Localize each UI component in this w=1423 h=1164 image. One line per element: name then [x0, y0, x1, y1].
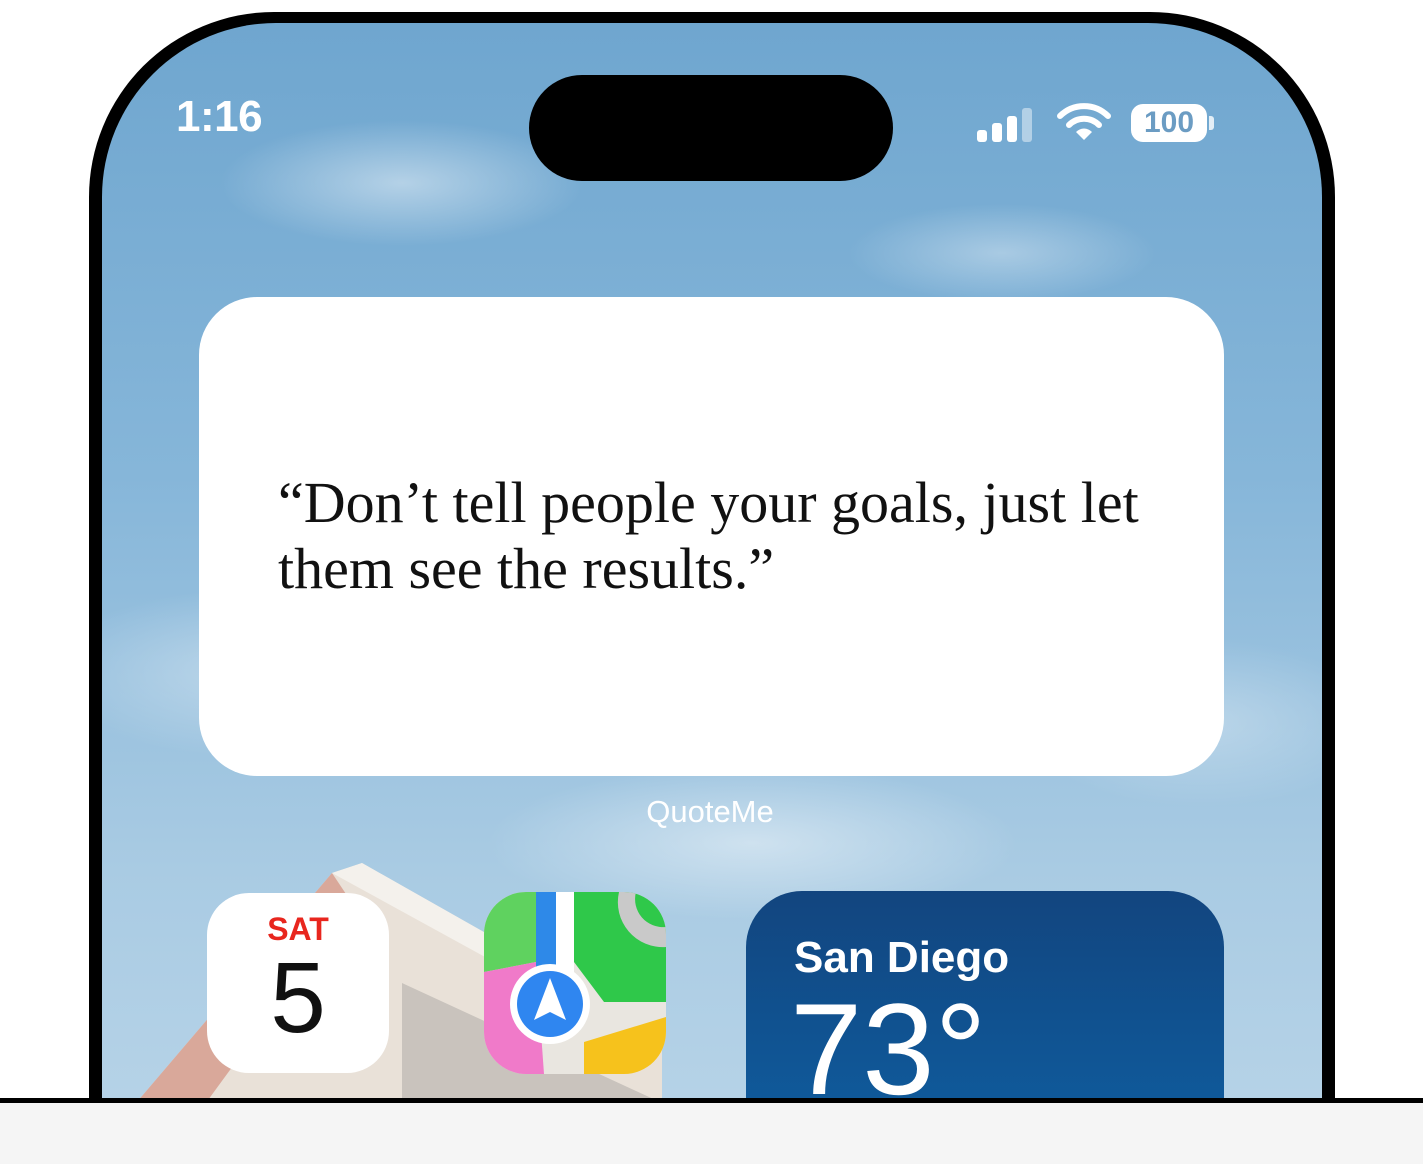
- quote-text: “Don’t tell people your goals, just let …: [278, 470, 1139, 601]
- maps-app-icon[interactable]: [484, 892, 666, 1074]
- bottom-bar: [0, 1098, 1423, 1164]
- wifi-icon: [1057, 103, 1111, 140]
- dynamic-island: [529, 75, 893, 181]
- status-time: 1:16: [176, 92, 263, 141]
- widget-caption: QuoteMe: [646, 794, 774, 829]
- maps-icon-graphic: [484, 892, 666, 1074]
- cellular-signal-icon: [977, 108, 1032, 142]
- calendar-date: 5: [270, 942, 326, 1054]
- weather-widget[interactable]: San Diego 73°: [746, 891, 1224, 1111]
- calendar-app-icon[interactable]: SAT 5: [207, 893, 389, 1073]
- battery-nub: [1209, 116, 1214, 130]
- weather-temperature: 73°: [790, 976, 987, 1111]
- battery-icon: 100: [1131, 104, 1207, 142]
